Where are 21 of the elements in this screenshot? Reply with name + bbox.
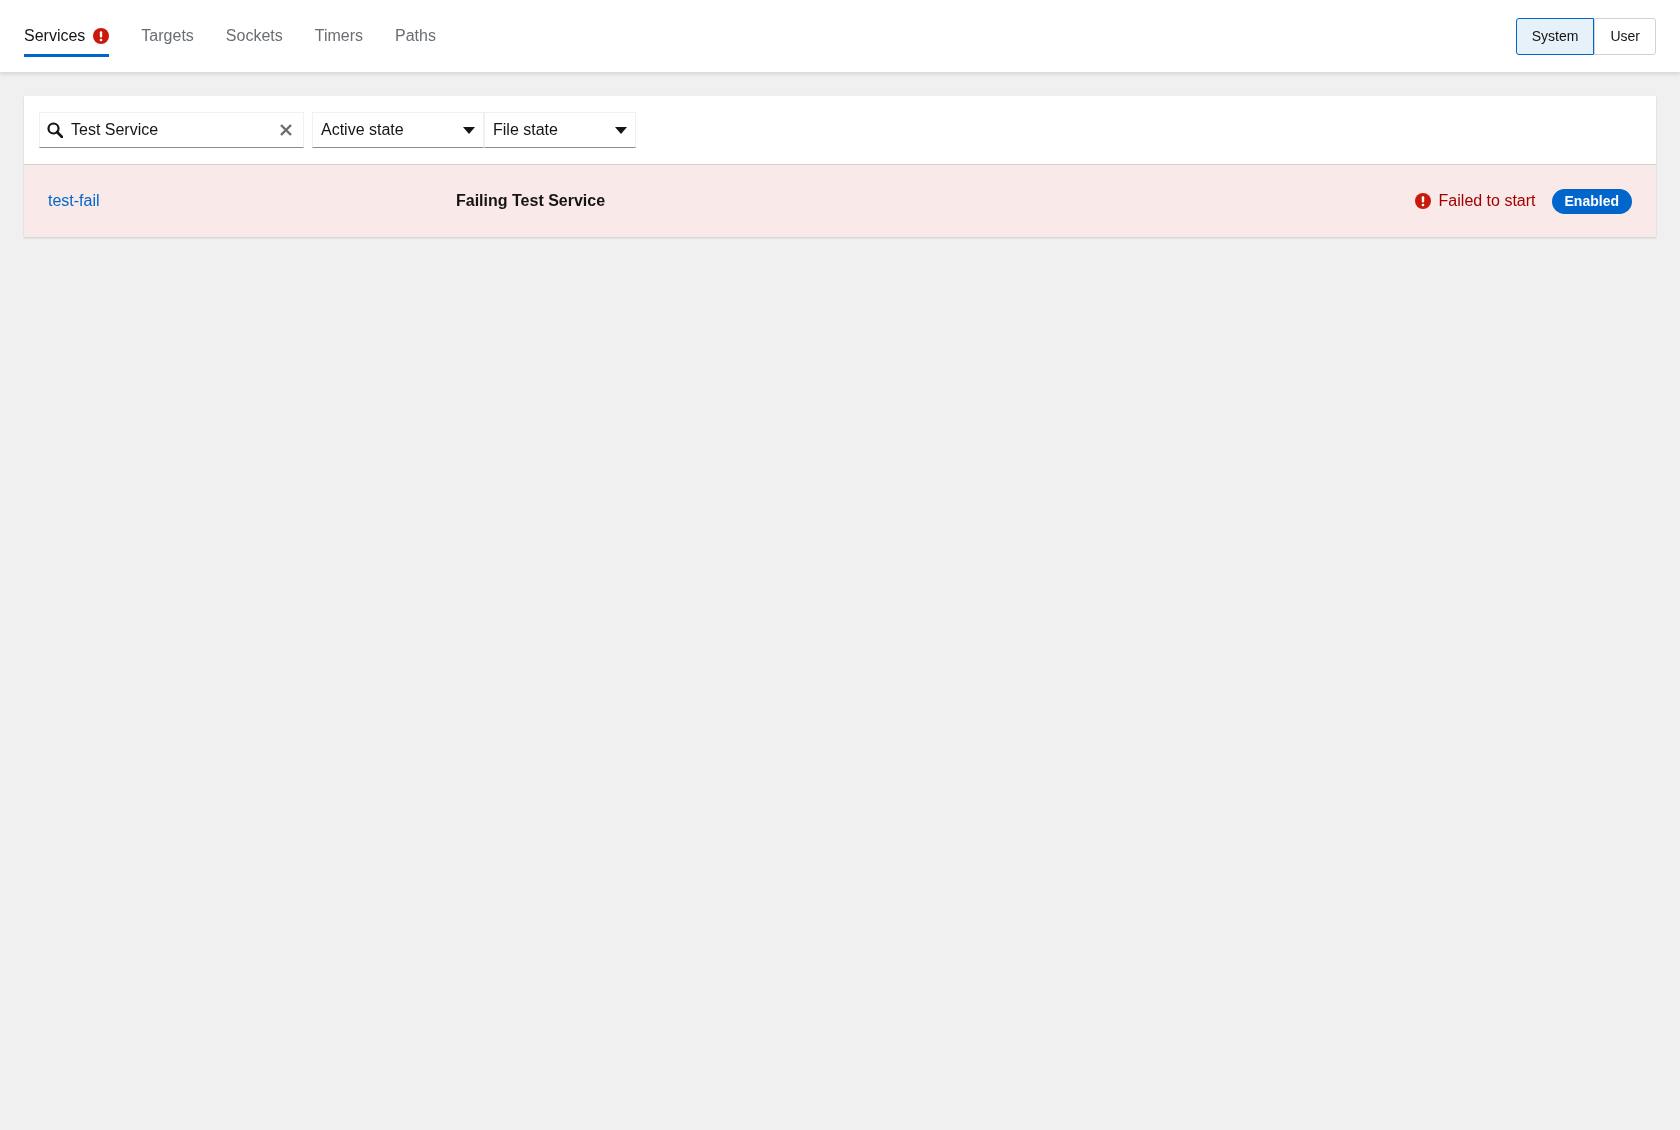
- tab[interactable]: Paths: [395, 23, 436, 57]
- scope-toggle[interactable]: User: [1594, 17, 1656, 55]
- error-icon: [1414, 193, 1431, 209]
- search-field[interactable]: Test Service: [39, 112, 304, 148]
- filter-dropdown[interactable]: Active state: [312, 112, 484, 148]
- error-icon: [93, 27, 110, 44]
- caret-icon: [615, 126, 627, 134]
- unit-link[interactable]: test-fail: [48, 189, 456, 213]
- unit-status: Failed to start: [1438, 191, 1536, 211]
- tab[interactable]: Targets: [141, 23, 194, 57]
- unit-row[interactable]: test-fail Failing Test Service Failed to start Enabled: [24, 165, 1656, 237]
- tab[interactable]: Services: [24, 23, 110, 57]
- caret-icon: [463, 126, 475, 134]
- scope-toggle[interactable]: System: [1515, 17, 1595, 55]
- file-state-label: Enabled: [1551, 188, 1632, 214]
- tab[interactable]: Sockets: [225, 23, 283, 57]
- filter-dropdown[interactable]: File state: [484, 112, 636, 148]
- tab[interactable]: Timers: [314, 23, 364, 57]
- clear-icon[interactable]: [280, 124, 292, 136]
- search-icon: [47, 122, 63, 138]
- unit-description: Failing Test Service: [456, 191, 607, 211]
